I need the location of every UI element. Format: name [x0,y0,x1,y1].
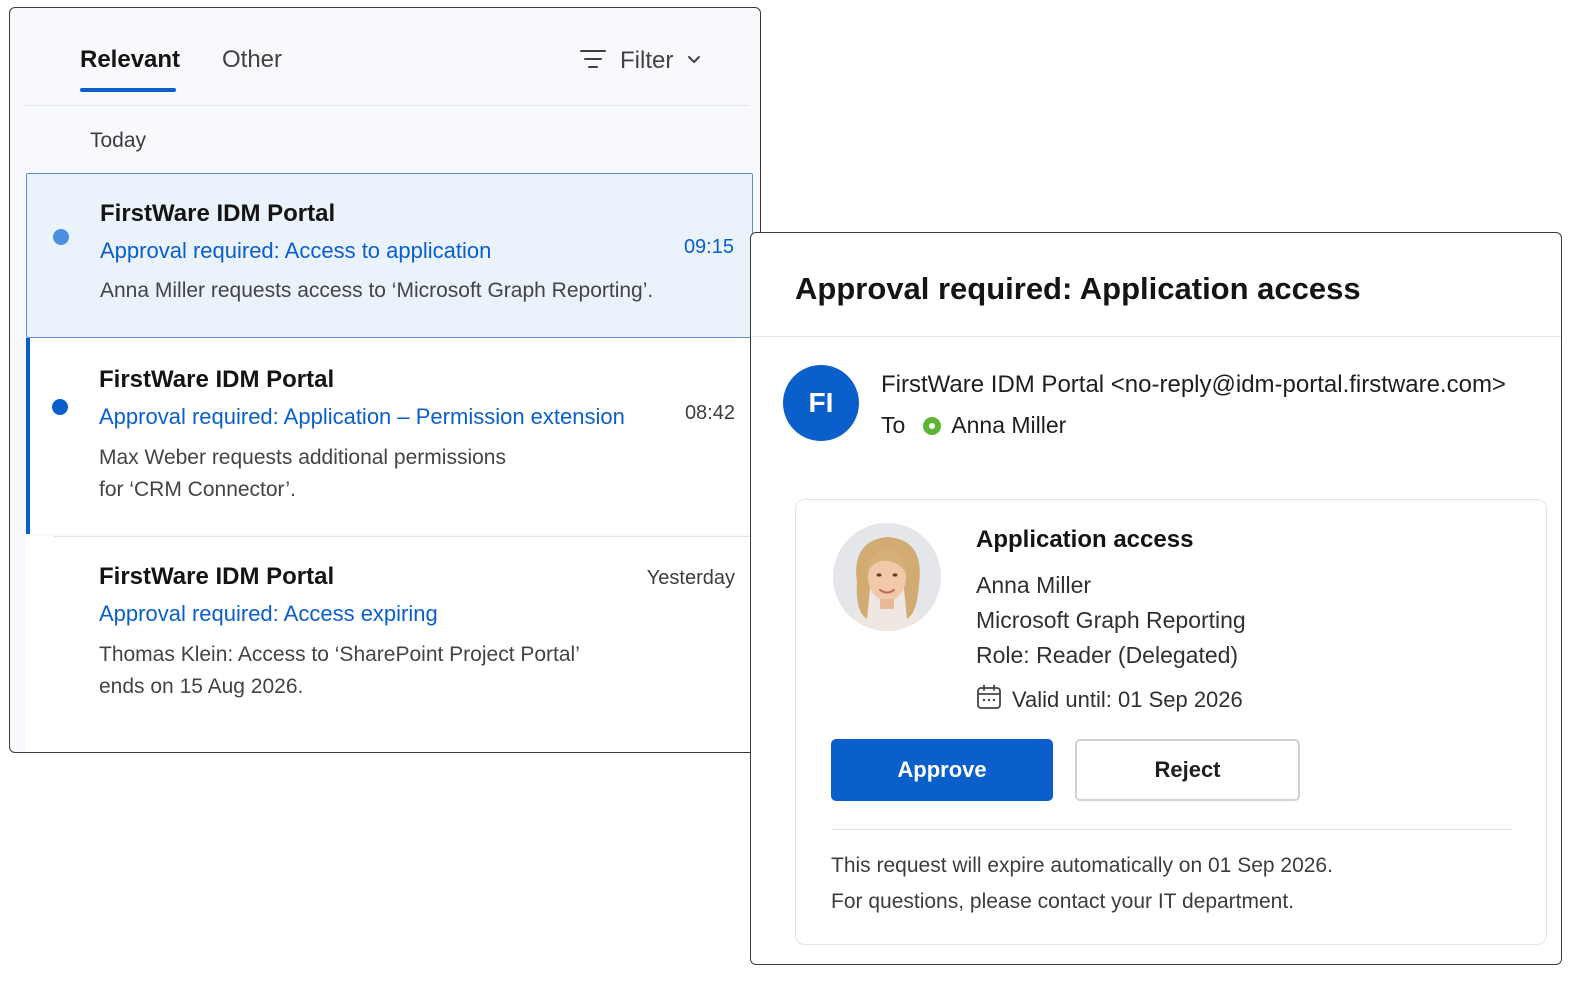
approval-card: Application access Anna Miller Microsoft… [795,499,1547,945]
message-sender: FirstWare IDM Portal [99,563,335,590]
valid-until-text: Valid until: 01 Sep 2026 [1012,687,1243,712]
message-sender: FirstWare IDM Portal [99,366,335,393]
inbox-tabs: Relevant Other Filter [24,8,750,106]
active-tab-indicator [80,88,176,92]
sender-avatar[interactable]: FI [783,365,859,441]
message-item[interactable]: FirstWare IDM Portal Approval required: … [26,536,753,752]
reject-button[interactable]: Reject [1075,739,1300,801]
recipient-line: To Anna Miller [881,412,1066,439]
unread-dot-icon [52,399,68,415]
contact-note: For questions, please contact your IT de… [831,890,1295,913]
valid-until-row: Valid until: 01 Sep 2026 [976,684,1243,716]
message-preview: Anna Miller requests access to ‘Microsof… [100,279,654,302]
card-title: Application access [976,526,1194,553]
sender-address[interactable]: FirstWare IDM Portal <no-reply@idm-porta… [881,371,1506,399]
divider [831,829,1513,830]
message-subject: Approval required: Application – Permiss… [99,404,625,429]
calendar-icon [976,684,1002,716]
message-subject: Approval required: Access expiring [99,601,438,626]
message-preview-line: for ‘CRM Connector’. [99,478,296,501]
expiry-note: This request will expire automatically o… [831,854,1333,877]
date-group-header: Today [90,129,147,152]
filter-label: Filter [620,47,674,74]
message-time: 09:15 [683,236,734,258]
presence-available-icon [923,416,942,435]
message-sender: FirstWare IDM Portal [100,200,336,227]
reading-pane-header: Approval required: Application access [751,233,1561,337]
requester-name: Anna Miller [976,572,1092,598]
chevron-down-icon [687,52,701,70]
message-list-panel: Relevant Other Filter Today FirstWare ID… [9,7,761,753]
unread-dot-icon [53,229,69,245]
message-item[interactable]: FirstWare IDM Portal Approval required: … [26,173,753,338]
requester-photo [833,523,941,631]
message-preview-line: Max Weber requests additional permission… [99,446,506,469]
tab-relevant[interactable]: Relevant [80,46,180,74]
filter-button[interactable]: Filter [580,44,701,78]
message-preview-line: Thomas Klein: Access to ‘SharePoint Proj… [99,643,580,666]
message-subject: Approval required: Access to application [100,238,492,263]
application-name: Microsoft Graph Reporting [976,607,1246,633]
reading-pane: Approval required: Application access FI… [750,232,1562,965]
message-title: Approval required: Application access [795,271,1361,306]
message-time: Yesterday [646,567,735,589]
role-text: Role: Reader (Delegated) [976,642,1239,668]
to-label: To [881,412,906,438]
tab-other[interactable]: Other [222,46,282,74]
approve-button[interactable]: Approve [831,739,1053,801]
recipient-name[interactable]: Anna Miller [951,412,1066,439]
message-preview-line: ends on 15 Aug 2026. [99,675,304,698]
message-time: 08:42 [684,402,735,424]
message-item[interactable]: FirstWare IDM Portal Approval required: … [26,338,753,534]
filter-icon [580,48,606,75]
